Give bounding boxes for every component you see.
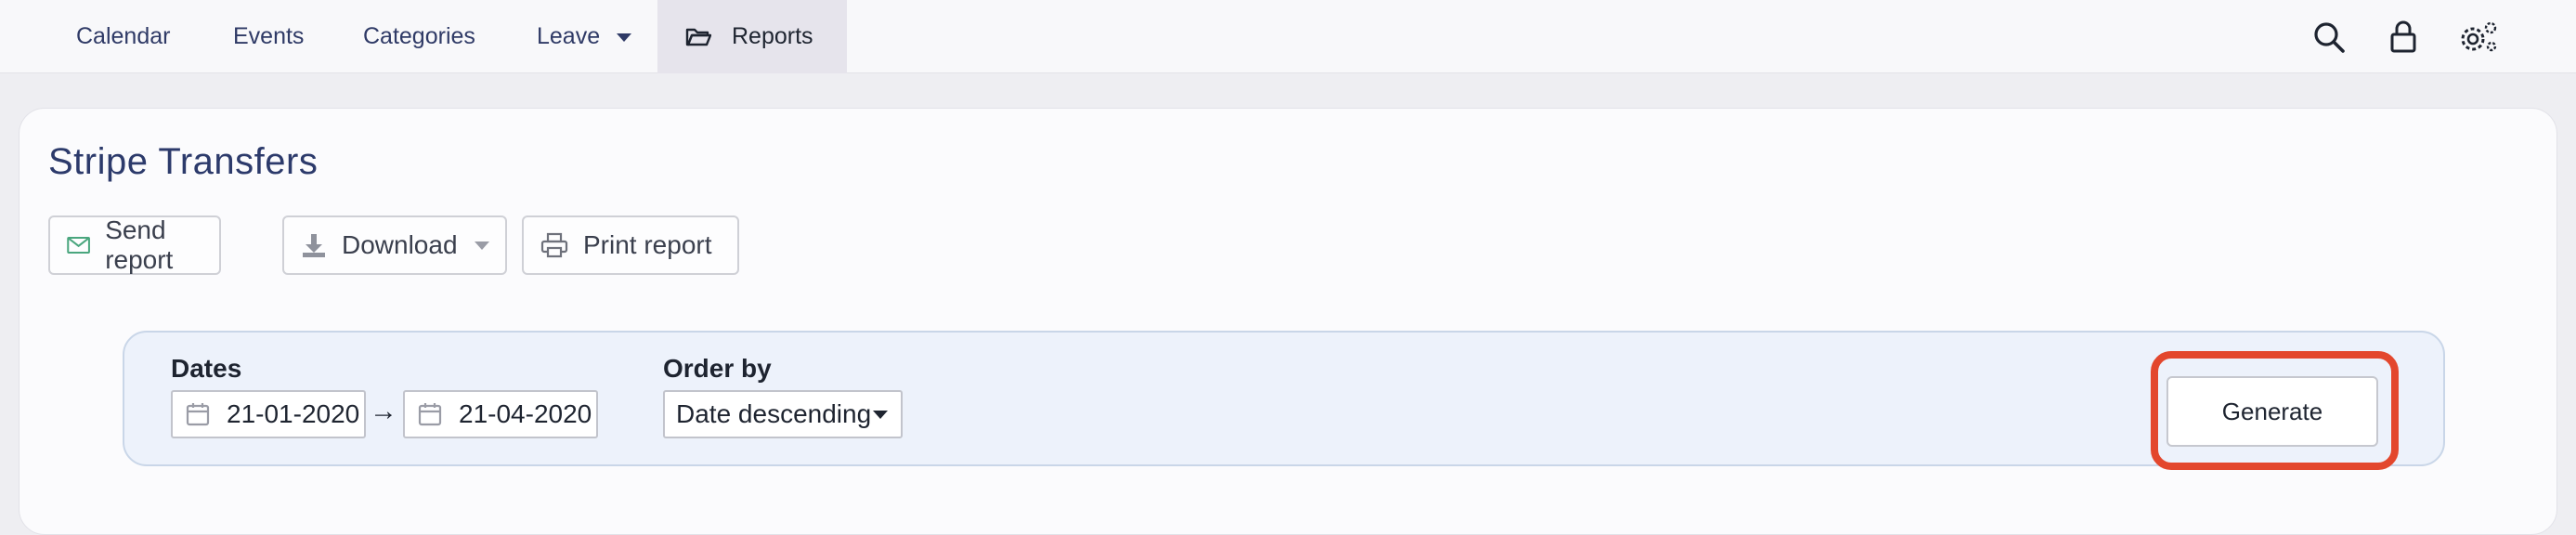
- download-icon: [303, 234, 325, 257]
- page-title: Stripe Transfers: [48, 141, 319, 182]
- chevron-down-icon: [873, 411, 888, 419]
- chevron-down-icon: [474, 241, 489, 250]
- nav-item-categories[interactable]: Categories: [363, 0, 475, 73]
- generate-label: Generate: [2221, 397, 2323, 425]
- date-to-value: 21-04-2020: [459, 399, 592, 428]
- nav-item-reports[interactable]: Reports: [657, 0, 847, 73]
- download-label: Download: [342, 230, 458, 259]
- download-dropdown-button[interactable]: Download: [282, 215, 507, 275]
- settings-gear-icon[interactable]: [2457, 19, 2500, 56]
- order-by-label: Order by: [663, 354, 772, 383]
- send-report-button[interactable]: Send report: [48, 215, 221, 275]
- folder-open-icon: [685, 28, 711, 46]
- envelope-icon: [67, 237, 90, 254]
- nav-item-calendar[interactable]: Calendar: [76, 0, 170, 73]
- dates-label: Dates: [171, 354, 242, 383]
- date-to-input[interactable]: 21-04-2020: [403, 390, 598, 438]
- chevron-down-icon: [617, 33, 632, 42]
- generate-button[interactable]: Generate: [2166, 376, 2378, 447]
- nav-item-label: Leave: [537, 23, 601, 49]
- printer-icon: [540, 232, 568, 258]
- send-report-label: Send report: [105, 215, 174, 274]
- calendar-icon: [186, 403, 210, 426]
- order-by-select[interactable]: Date descending: [663, 390, 903, 438]
- nav-item-label: Categories: [363, 23, 475, 49]
- nav-item-label: Reports: [732, 23, 813, 49]
- nav-item-label: Calendar: [76, 23, 171, 49]
- print-report-label: Print report: [583, 230, 712, 259]
- search-icon[interactable]: [2310, 19, 2348, 56]
- print-report-button[interactable]: Print report: [522, 215, 739, 275]
- date-from-value: 21-01-2020: [227, 399, 360, 428]
- date-from-input[interactable]: 21-01-2020: [171, 390, 366, 438]
- date-range-arrow: →: [370, 396, 397, 426]
- nav-item-events[interactable]: Events: [233, 0, 304, 73]
- nav-item-leave[interactable]: Leave: [537, 0, 632, 73]
- order-by-value: Date descending: [676, 399, 872, 428]
- report-card: [19, 108, 2557, 535]
- nav-item-label: Events: [233, 23, 305, 49]
- calendar-icon: [418, 403, 442, 426]
- lock-icon[interactable]: [2385, 19, 2422, 56]
